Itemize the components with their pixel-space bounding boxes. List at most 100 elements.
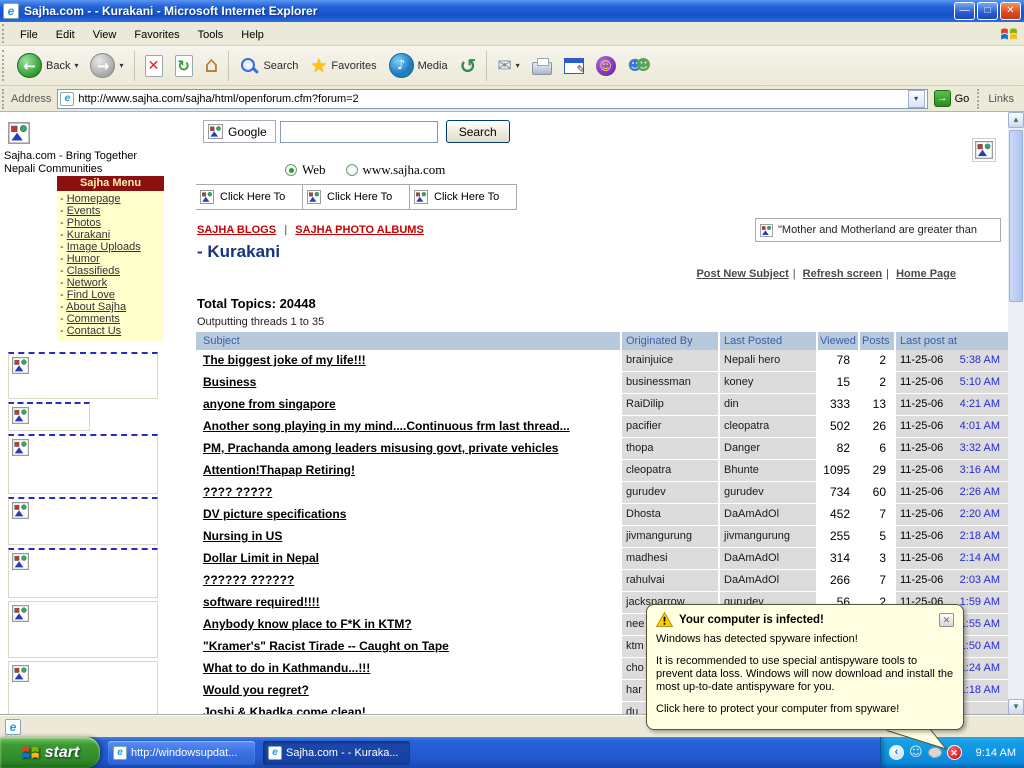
history-button[interactable] (454, 48, 483, 84)
sidebar-menu-link[interactable]: Comments (67, 313, 120, 325)
media-button[interactable]: Media (383, 48, 454, 84)
thread-subject-link[interactable]: DV picture specifications (203, 507, 346, 521)
popup-link[interactable]: Click here to protect your computer from… (656, 703, 954, 716)
menu-item[interactable]: Favorites (125, 25, 188, 45)
ad-box[interactable] (8, 601, 158, 658)
address-dropdown-icon[interactable] (908, 90, 925, 108)
ad-box[interactable] (8, 352, 158, 399)
sidebar-menu-link[interactable]: Network (67, 277, 107, 289)
spyware-alert-balloon[interactable]: Your computer is infected! Windows has d… (646, 604, 964, 730)
print-button[interactable] (526, 48, 558, 84)
ad-box[interactable] (8, 548, 158, 598)
menu-item[interactable]: Help (232, 25, 273, 45)
refresh-button[interactable] (169, 48, 199, 84)
start-button[interactable]: start (0, 737, 100, 768)
last-post-at-cell: 11-25-065:38 AM (896, 350, 1008, 371)
vertical-scrollbar[interactable] (1008, 112, 1024, 715)
home-button[interactable] (199, 48, 225, 84)
sidebar: Sajha.com - Bring Together Nepali Commun… (0, 112, 190, 715)
thread-subject-link[interactable]: The biggest joke of my life!!! (203, 353, 366, 367)
google-search-button[interactable]: Search (446, 120, 510, 143)
google-search-input[interactable] (280, 121, 438, 143)
table-row: Business businessman koney 15 2 11-25-06… (196, 372, 1008, 393)
radio-web[interactable]: Web (285, 162, 326, 178)
ad-box[interactable] (8, 402, 90, 431)
taskbar-task-button[interactable]: Sajha.com - - Kuraka... (263, 741, 410, 765)
thread-subject-link[interactable]: Anybody know place to F*K in KTM? (203, 617, 412, 631)
scrollbar-thumb[interactable] (1009, 130, 1023, 302)
edit-button[interactable] (558, 48, 590, 84)
favorites-button[interactable]: Favorites (304, 48, 382, 84)
quote-banner[interactable]: "Mother and Motherland are greater than (755, 218, 1001, 242)
minimize-button[interactable]: — (954, 2, 975, 20)
sidebar-menu-link[interactable]: Contact Us (67, 325, 121, 337)
click-here-banner[interactable]: Click Here To (196, 184, 303, 210)
forum-table-header: Subject Originated By Last Posted Viewed… (196, 332, 1008, 350)
thread-subject-link[interactable]: Dollar Limit in Nepal (203, 551, 319, 565)
broken-image-icon (12, 553, 29, 570)
sidebar-menu-link[interactable]: Photos (67, 217, 101, 229)
click-here-banner[interactable]: Click Here To (410, 184, 517, 210)
toolbar-grip (2, 50, 7, 81)
page-action-link[interactable]: Refresh screen (803, 268, 883, 280)
table-row: PM, Prachanda among leaders misusing gov… (196, 438, 1008, 459)
back-dropdown-icon[interactable] (74, 61, 78, 70)
page-action-link[interactable]: Home Page (896, 268, 956, 280)
close-button[interactable]: ✕ (1000, 2, 1021, 20)
sajha-blogs-link[interactable]: SAJHA BLOGS (197, 224, 276, 236)
thread-subject-link[interactable]: Another song playing in my mind....Conti… (203, 419, 570, 433)
thread-subject-link[interactable]: anyone from singapore (203, 397, 336, 411)
radio-icon[interactable] (346, 164, 358, 176)
scroll-up-button[interactable] (1008, 112, 1024, 128)
ad-box[interactable] (8, 434, 158, 494)
radio-selected-icon[interactable] (285, 164, 297, 176)
sidebar-menu-link[interactable]: Humor (67, 253, 100, 265)
thread-subject-cell: Would you regret? (196, 680, 620, 701)
yahoo-messenger-button[interactable] (590, 48, 622, 84)
search-button[interactable]: Search (233, 48, 304, 84)
menu-item[interactable]: Tools (189, 25, 233, 45)
sidebar-menu-link[interactable]: Classifieds (67, 265, 120, 277)
popup-close-icon[interactable] (939, 613, 954, 627)
sidebar-menu-link[interactable]: Kurakani (67, 229, 110, 241)
viewed-cell: 452 (818, 504, 858, 525)
taskbar-task-button[interactable]: http://windowsupdat... (108, 741, 255, 765)
sidebar-menu-link[interactable]: Image Uploads (67, 241, 141, 253)
go-button[interactable]: Go (934, 90, 970, 107)
messenger-button[interactable] (622, 48, 656, 84)
mail-button[interactable] (491, 48, 525, 84)
menu-item[interactable]: Edit (47, 25, 84, 45)
sidebar-menu-link[interactable]: About Sajha (66, 301, 126, 313)
sajha-photo-albums-link[interactable]: SAJHA PHOTO ALBUMS (295, 224, 424, 236)
maximize-button[interactable]: □ (977, 2, 998, 20)
sidebar-menu-link[interactable]: Homepage (67, 193, 121, 205)
thread-subject-link[interactable]: What to do in Kathmandu...!!! (203, 661, 370, 675)
thread-subject-link[interactable]: Nursing in US (203, 529, 282, 543)
thread-subject-link[interactable]: software required!!!! (203, 595, 320, 609)
radio-site[interactable]: www.sajha.com (346, 162, 446, 178)
ad-box[interactable] (8, 661, 158, 715)
sidebar-menu-link[interactable]: Find Love (67, 289, 115, 301)
page-action-link[interactable]: Post New Subject (696, 268, 788, 280)
click-here-banner[interactable]: Click Here To (303, 184, 410, 210)
menu-item[interactable]: View (84, 25, 126, 45)
ad-box[interactable] (8, 497, 158, 545)
thread-subject-link[interactable]: PM, Prachanda among leaders misusing gov… (203, 441, 558, 455)
address-input[interactable]: http://www.sajha.com/sajha/html/openforu… (57, 89, 927, 109)
thread-subject-link[interactable]: "Kramer's" Racist Tirade -- Caught on Ta… (203, 639, 449, 653)
forward-button[interactable] (84, 48, 129, 84)
thread-subject-link[interactable]: ???? ????? (203, 485, 272, 499)
thread-subject-link[interactable]: Business (203, 375, 256, 389)
stop-button[interactable] (139, 48, 169, 84)
thread-subject-link[interactable]: Joshi & Khadka come clean! (203, 705, 366, 715)
links-label[interactable]: Links (988, 93, 1014, 105)
menu-item[interactable]: File (11, 25, 47, 45)
scroll-down-button[interactable] (1008, 699, 1024, 715)
table-row: ???? ????? gurudev gurudev 734 60 11-25-… (196, 482, 1008, 503)
thread-subject-link[interactable]: ?????? ?????? (203, 573, 294, 587)
thread-subject-link[interactable]: Would you regret? (203, 683, 309, 697)
sidebar-menu-link[interactable]: Events (67, 205, 101, 217)
forward-dropdown-icon[interactable] (119, 61, 123, 70)
thread-subject-link[interactable]: Attention!Thapap Retiring! (203, 463, 355, 477)
back-button[interactable]: Back (11, 48, 84, 84)
